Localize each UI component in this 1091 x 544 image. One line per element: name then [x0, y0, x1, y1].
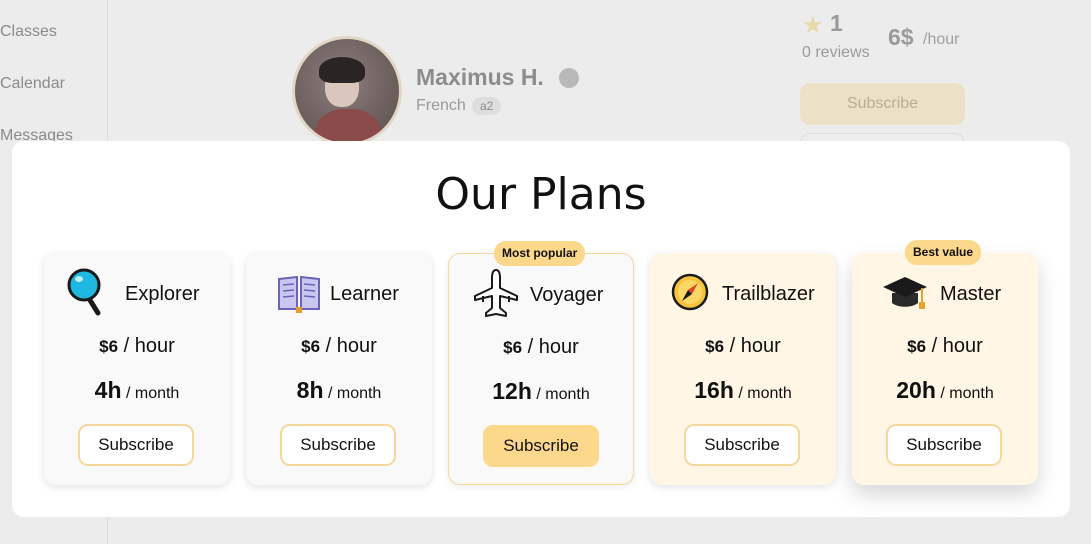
- sidebar-item-classes[interactable]: Classes: [0, 23, 57, 41]
- plan-hours-amount: 8h: [296, 377, 324, 403]
- plan-price: $6 / hour: [852, 335, 1038, 358]
- star-icon: ★: [802, 12, 824, 39]
- plan-price-unit: / hour: [527, 336, 579, 358]
- plan-card-master: Best value Master $6 / hour 20h / month …: [852, 240, 1038, 485]
- plan-price-unit: / hour: [325, 335, 377, 357]
- plan-name: Trailblazer: [722, 283, 815, 305]
- plan-price-amount: $6: [705, 337, 725, 356]
- verified-badge-icon: [559, 68, 579, 88]
- plan-price: $6 / hour: [449, 336, 633, 359]
- magnifying-glass-icon: [67, 268, 101, 316]
- plan-header: Voyager: [449, 268, 633, 318]
- plan-price: $6 / hour: [650, 335, 836, 358]
- subscribe-button-voyager[interactable]: Subscribe: [483, 425, 599, 467]
- plan-header: Master: [852, 267, 1038, 317]
- plan-hours-unit: / month: [536, 386, 590, 403]
- plan-price-amount: $6: [99, 337, 119, 356]
- plan-name: Voyager: [530, 284, 604, 306]
- plan-hours: 8h / month: [246, 377, 432, 404]
- plan-hours-amount: 12h: [492, 378, 532, 404]
- airplane-icon: [474, 269, 518, 317]
- plan-card-voyager: Most popular Voyager $6 / hour 12h / mon…: [448, 241, 634, 485]
- rating-value: 1: [830, 10, 843, 36]
- plan-hours-amount: 20h: [896, 377, 936, 403]
- hourly-price-unit: /hour: [923, 31, 960, 48]
- review-count: 0 reviews: [802, 44, 870, 61]
- tutor-avatar: [292, 36, 402, 146]
- plan-price-unit: / hour: [123, 335, 175, 357]
- plan-card-learner: Learner $6 / hour 8h / month Subscribe: [246, 253, 432, 485]
- plan-name: Explorer: [125, 283, 200, 305]
- graduation-cap-icon: [883, 277, 927, 309]
- plan-price-unit: / hour: [729, 335, 781, 357]
- modal-title: Our Plans: [435, 169, 647, 220]
- plan-card-trailblazer: Trailblazer $6 / hour 16h / month Subscr…: [650, 253, 836, 485]
- subscribe-button-trailblazer[interactable]: Subscribe: [684, 424, 800, 466]
- subscribe-button-learner[interactable]: Subscribe: [280, 424, 396, 466]
- best-value-badge: Best value: [905, 240, 982, 265]
- tutor-name: Maximus H.: [416, 64, 544, 90]
- plan-hours-unit: / month: [327, 385, 382, 402]
- profile-subscribe-button[interactable]: Subscribe: [800, 83, 965, 125]
- plan-price-unit: / hour: [931, 335, 983, 357]
- most-popular-badge: Most popular: [494, 241, 586, 266]
- open-book-icon: [278, 275, 320, 313]
- plan-price: $6 / hour: [44, 335, 230, 358]
- plan-hours: 12h / month: [449, 378, 633, 405]
- subscribe-button-explorer[interactable]: Subscribe: [78, 424, 194, 466]
- plan-hours-unit: / month: [738, 385, 792, 402]
- plan-hours: 20h / month: [852, 377, 1038, 404]
- plan-card-explorer: Explorer $6 / hour 4h / month Subscribe: [44, 253, 230, 485]
- plan-price-amount: $6: [503, 338, 523, 357]
- plan-hours-unit: / month: [940, 385, 994, 402]
- plans-modal: Our Plans Explorer $6 / hour 4h / month …: [12, 141, 1070, 517]
- plan-header: Learner: [246, 267, 432, 317]
- plan-price-amount: $6: [301, 337, 321, 356]
- plan-header: Explorer: [44, 267, 230, 317]
- hourly-price: 6$: [888, 24, 914, 50]
- sidebar-item-calendar[interactable]: Calendar: [0, 75, 65, 93]
- language-level-badge: a2: [472, 97, 502, 115]
- plan-name: Learner: [330, 283, 399, 305]
- plan-name: Master: [940, 283, 1002, 305]
- plan-hours: 4h / month: [44, 377, 230, 404]
- tutor-language: French: [416, 97, 466, 114]
- plan-hours-amount: 16h: [694, 377, 734, 403]
- plan-hours: 16h / month: [650, 377, 836, 404]
- plan-hours-unit: / month: [125, 385, 180, 402]
- plan-price: $6 / hour: [246, 335, 432, 358]
- plan-price-amount: $6: [907, 337, 927, 356]
- plan-hours-amount: 4h: [94, 377, 122, 403]
- compass-icon: [671, 273, 709, 311]
- plan-header: Trailblazer: [650, 267, 836, 317]
- subscribe-button-master[interactable]: Subscribe: [886, 424, 1002, 466]
- avatar-hair: [319, 57, 365, 83]
